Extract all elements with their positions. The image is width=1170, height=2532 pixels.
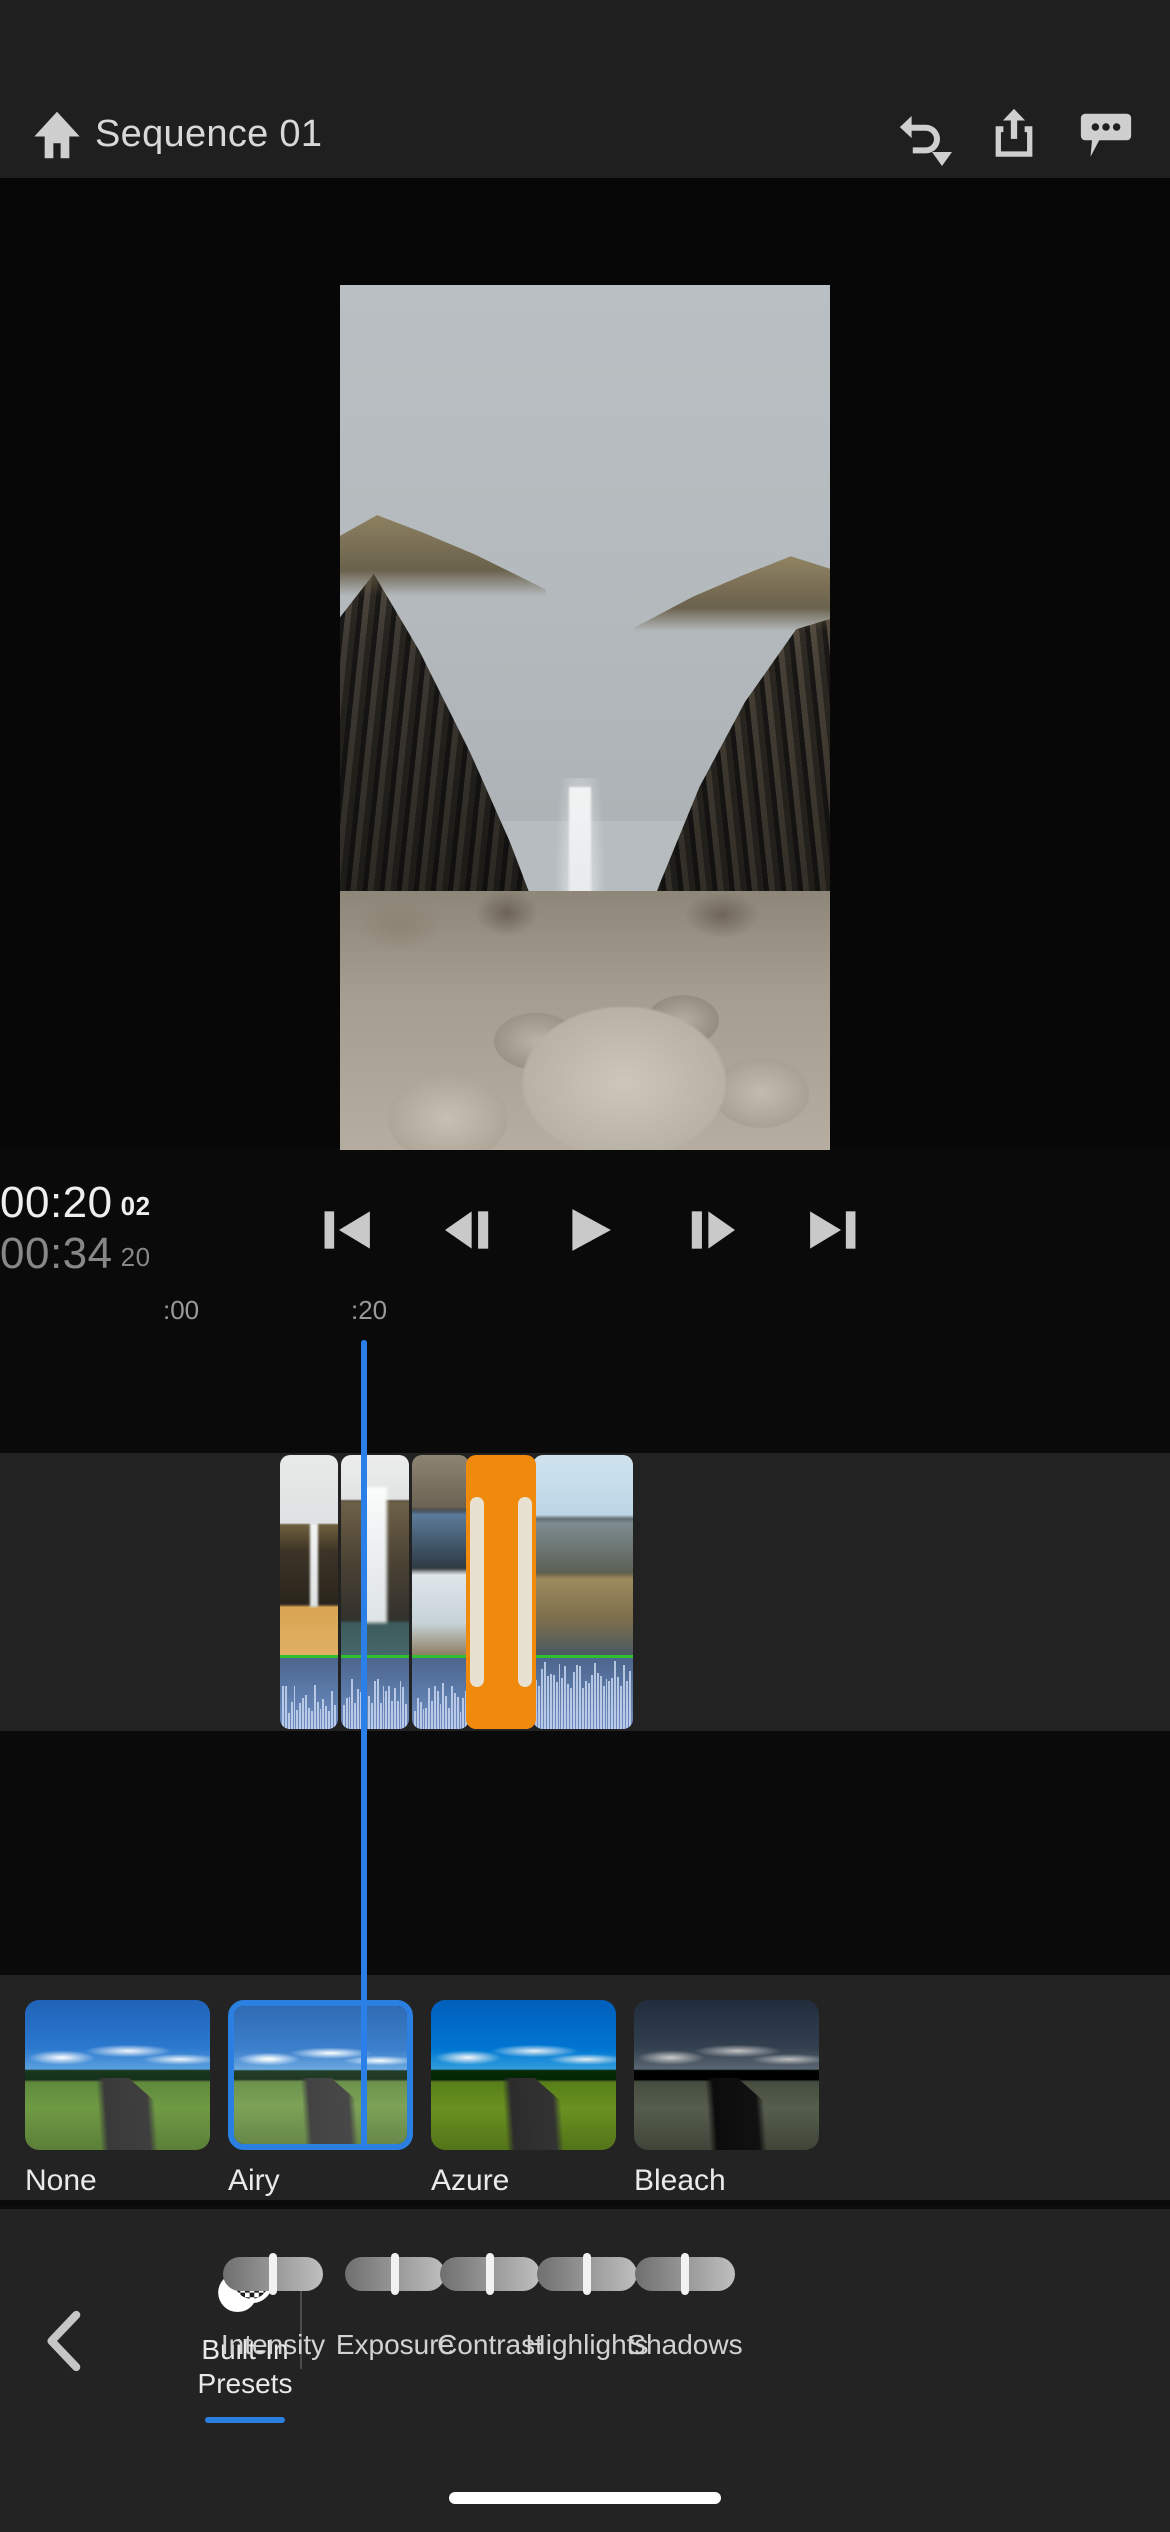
share-button[interactable] [968, 90, 1060, 178]
transport-controls [300, 1175, 880, 1285]
timeline-ruler[interactable]: :00 :20 [0, 1295, 1170, 1355]
clip-trim-handle-left[interactable] [470, 1497, 484, 1687]
slider-thumb[interactable] [681, 2253, 689, 2295]
chevron-down-icon [932, 152, 952, 166]
slider-thumb[interactable] [486, 2253, 494, 2295]
active-tool-underline [205, 2417, 285, 2423]
preset-preview-image [25, 2000, 210, 2150]
slider-label: Shadows [627, 2329, 743, 2360]
video-preview[interactable] [340, 285, 830, 1150]
status-bar [0, 0, 1170, 90]
playhead-overlay[interactable] [361, 1340, 367, 2150]
slider-thumb[interactable] [583, 2253, 591, 2295]
bottom-toolbar: Built-In Presets Intensity Exposure Contra… [0, 2206, 1170, 2532]
preset-item[interactable]: Azure [431, 2000, 616, 2198]
duration-frames-value: 20 [120, 1242, 151, 1272]
home-icon [34, 111, 80, 159]
current-time-value: 00:20 [0, 1178, 113, 1227]
slider-thumb[interactable] [269, 2253, 277, 2295]
home-indicator [449, 2492, 721, 2504]
ruler-tick-1: :20 [351, 1295, 388, 1325]
step-back-button[interactable] [421, 1182, 517, 1278]
preset-thumbnail [228, 2000, 413, 2150]
undo-button[interactable] [876, 90, 968, 178]
comment-bubble-icon [1080, 113, 1132, 157]
timeline-clip[interactable] [533, 1455, 633, 1729]
clip-trim-handle-right[interactable] [518, 1497, 532, 1687]
preset-label: Airy [228, 2164, 280, 2197]
slider-shadows[interactable]: Shadows [600, 2253, 770, 2361]
clip-audio-waveform [341, 1657, 409, 1729]
preset-label: Azure [431, 2164, 510, 2197]
preset-label: Bleach [634, 2164, 726, 2197]
timeline-clip-track[interactable] [280, 1455, 633, 1729]
clip-audio-waveform [412, 1657, 469, 1729]
preset-preview-image [431, 2000, 616, 2150]
slider-thumb[interactable] [391, 2253, 399, 2295]
preview-stage [0, 178, 1170, 1150]
slider-track[interactable] [635, 2253, 735, 2295]
timeline-clip[interactable] [412, 1455, 469, 1729]
clip-thumbnail [280, 1455, 338, 1656]
chevron-left-icon [47, 2310, 81, 2372]
duration-time-value: 00:34 [0, 1229, 113, 1278]
app-root: Sequence 01 00:20 02 00:34 20:00:20 No… [0, 0, 1170, 2532]
clip-thumbnail [412, 1455, 469, 1656]
step-backward-icon [445, 1211, 489, 1249]
current-frames-value: 02 [120, 1191, 151, 1221]
clip-thumbnail [341, 1455, 409, 1656]
preview-rocks [340, 890, 830, 1150]
clip-thumbnail [533, 1455, 633, 1656]
back-button[interactable] [22, 2301, 102, 2381]
clip-audio-waveform [533, 1657, 633, 1729]
preset-thumbnail [25, 2000, 210, 2150]
preset-item[interactable]: Airy [228, 2000, 413, 2198]
skip-to-start-icon [324, 1211, 370, 1249]
go-to-start-button[interactable] [300, 1182, 396, 1278]
comments-button[interactable] [1060, 90, 1152, 178]
preset-item[interactable]: None [25, 2000, 210, 2198]
presets-label-line2: Presets [197, 2368, 293, 2399]
home-button[interactable] [22, 100, 92, 170]
preset-thumbnail [431, 2000, 616, 2150]
step-forward-icon [691, 1211, 735, 1249]
go-to-end-button[interactable] [784, 1182, 880, 1278]
clip-audio-waveform [280, 1657, 338, 1729]
timeline-clip[interactable] [341, 1455, 409, 1729]
ruler-tick-0: :00 [163, 1295, 200, 1325]
timeline-clip[interactable] [280, 1455, 338, 1729]
header-actions [876, 90, 1152, 178]
step-forward-button[interactable] [663, 1182, 759, 1278]
sequence-title: Sequence 01 [95, 112, 323, 155]
preset-item[interactable]: Bleach [634, 2000, 819, 2198]
share-export-icon [995, 108, 1033, 157]
app-header: Sequence 01 [0, 90, 1170, 178]
preset-preview-image [234, 2006, 407, 2144]
preset-strip[interactable]: None Airy Azure Bleach [0, 1975, 1170, 2200]
play-button[interactable] [542, 1182, 638, 1278]
preset-thumbnail [634, 2000, 819, 2150]
preset-preview-image [634, 2000, 819, 2150]
play-icon [572, 1209, 611, 1251]
slider-track[interactable] [223, 2253, 323, 2295]
preset-label: None [25, 2164, 97, 2197]
skip-to-end-icon [810, 1211, 856, 1249]
preview-rocks-shading [340, 890, 830, 1000]
